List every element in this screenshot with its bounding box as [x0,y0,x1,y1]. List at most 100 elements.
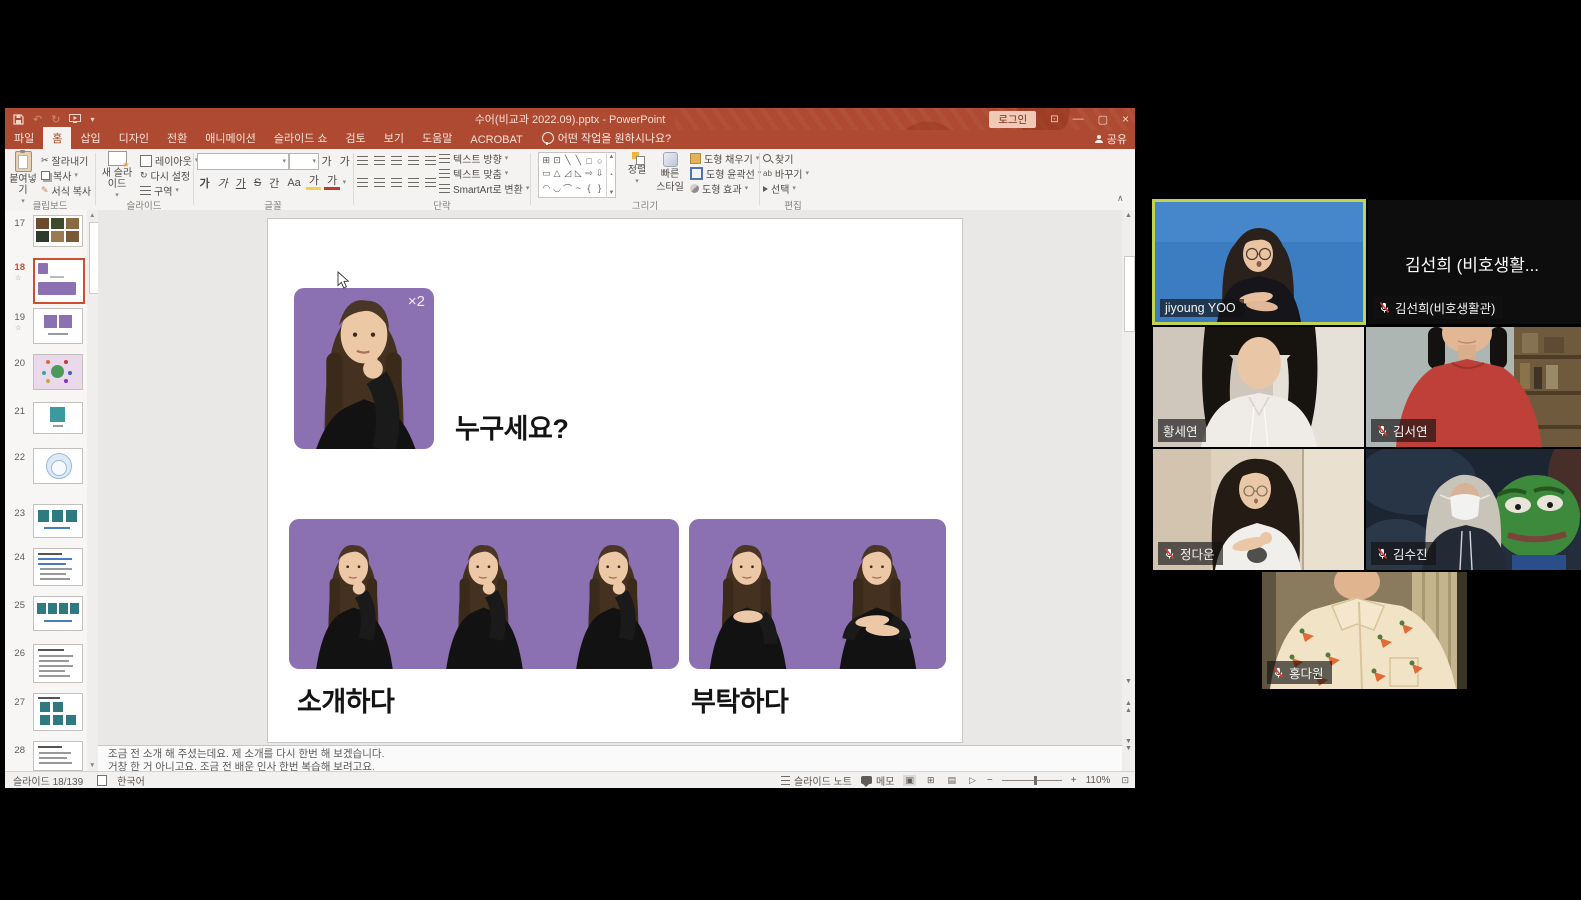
sign-image-request[interactable] [689,519,946,669]
slide-sorter-view-button[interactable]: ⊞ [925,775,937,786]
text-direction-button[interactable]: 텍스트 방향▾ [439,151,508,166]
justify-icon[interactable] [408,178,419,187]
redo-icon[interactable]: ↻ [51,113,60,126]
tab-animations[interactable]: 애니메이션 [196,127,265,149]
copy-button[interactable]: 복사▾ [41,168,78,183]
slide-thumbnail-27[interactable] [33,693,83,731]
tab-design[interactable]: 디자인 [110,127,158,149]
zoom-slider-knob[interactable] [1034,776,1037,785]
video-tile-kim-sunhee[interactable]: 김선희 (비호생활... 김선희(비호생활관) [1368,200,1581,324]
new-slide-button[interactable]: 새 슬라이드▾ [98,151,136,199]
qat-customize-icon[interactable]: ▾ [90,115,94,124]
undo-icon[interactable]: ↶ [33,113,42,126]
collapse-ribbon-button[interactable]: ∧ [1117,193,1124,204]
shape-outline-button[interactable]: 도형 윤곽선▾ [690,166,761,181]
tell-me-box[interactable]: 어떤 작업을 원하시나요? [532,127,681,149]
scroll-up-icon[interactable]: ▲ [1125,212,1132,219]
next-slide-button[interactable]: ▼▼ [1125,738,1132,752]
fit-slide-button[interactable]: ⊡ [1119,775,1131,786]
align-right-icon[interactable] [391,178,402,187]
slide-thumbnail-19[interactable] [33,308,83,344]
save-icon[interactable] [13,114,24,125]
slide-thumbnail-28[interactable] [33,741,83,771]
tab-insert[interactable]: 삽입 [71,127,109,149]
editor-scrollbar[interactable]: ▲ ▼ ▲▲ ▼▼ [1122,210,1135,771]
slide-thumbnail-20[interactable] [33,354,83,390]
tab-home[interactable]: 홈 [43,127,71,149]
tab-review[interactable]: 검토 [337,127,375,149]
share-button[interactable]: 공유 [1095,131,1127,147]
grow-font-button[interactable]: 가 [319,153,334,169]
strikethrough-button[interactable]: S [251,177,263,189]
shrink-font-button[interactable]: 가 [337,153,352,169]
tab-transitions[interactable]: 전환 [158,127,196,149]
font-color-button[interactable]: 가 [324,176,339,190]
tab-slideshow[interactable]: 슬라이드 쇼 [265,127,337,149]
slide-thumbnail-18-selected[interactable] [33,258,85,304]
select-button[interactable]: 선택▾ [763,181,796,196]
font-size-dropdown[interactable]: ▾ [289,153,319,170]
columns-icon[interactable] [425,178,436,187]
layout-button[interactable]: 레이아웃▾ [140,153,198,168]
slide-thumbnail-21[interactable] [33,402,83,434]
align-text-button[interactable]: 텍스트 맞춤▾ [439,166,508,181]
section-button[interactable]: 구역▾ [140,183,179,198]
spellcheck-icon[interactable] [97,775,107,786]
restore-button[interactable]: ▢ [1098,113,1108,126]
reading-view-button[interactable]: ▤ [945,775,958,786]
decrease-indent-icon[interactable] [391,156,402,165]
slide-thumbnail-26[interactable] [33,644,83,683]
quick-styles-button[interactable]: 빠른스타일 [654,152,686,193]
italic-button[interactable]: 가 [215,175,230,191]
shape-gallery[interactable]: ⊞⊡╲╲□○ ▭△◿◺⇨⇩ ◠◡⌒~{} [538,152,616,198]
bold-button[interactable]: 가 [197,175,212,191]
zoom-level[interactable]: 110% [1086,775,1111,786]
zoom-slider[interactable] [1002,780,1062,781]
scroll-up-icon[interactable]: ▲ [89,212,95,219]
scroll-down-icon[interactable]: ▼ [1125,678,1132,685]
notes-pane[interactable]: 조금 전 소개 해 주셨는데요. 제 소개를 다시 한번 해 보겠습니다. 거창… [98,745,1122,771]
scroll-down-icon[interactable]: ▼ [89,762,95,769]
slide-thumbnail-17[interactable] [33,215,83,247]
tab-view[interactable]: 보기 [375,127,413,149]
increase-indent-icon[interactable] [408,156,419,165]
align-center-icon[interactable] [374,178,385,187]
format-painter-button[interactable]: ✎서식 복사 [41,183,91,198]
caption-introduce[interactable]: 소개하다 [297,680,394,719]
sign-image-introduce[interactable] [289,519,679,669]
cut-button[interactable]: ✂잘라내기 [41,153,88,168]
replace-button[interactable]: ab바꾸기▾ [763,166,809,181]
video-tile-kim-seoyeon[interactable]: 김서연 [1366,327,1581,447]
tab-acrobat[interactable]: ACROBAT [461,131,531,149]
find-button[interactable]: 찾기 [763,151,793,166]
slide-canvas[interactable]: ×2 누구세요? 소개하다 부탁하다 [268,219,962,742]
thumbnail-scrollbar[interactable]: ▲ ▼ [87,210,98,771]
comments-toggle-button[interactable]: 메모 [861,773,894,788]
close-button[interactable]: × [1122,112,1129,126]
slide-thumbnail-22[interactable] [33,448,83,484]
line-spacing-icon[interactable] [425,156,436,165]
bullets-icon[interactable] [357,156,368,165]
video-tile-jiyoung-yoo[interactable]: jiyoung YOO [1152,199,1366,325]
change-case-button[interactable]: Aa [285,177,303,189]
login-button[interactable]: 로그인 [989,111,1036,128]
arrange-button[interactable]: 정렬▾ [622,152,652,185]
tab-help[interactable]: 도움말 [413,127,461,149]
tab-file[interactable]: 파일 [5,127,43,149]
zoom-in-button[interactable]: + [1071,775,1077,786]
slide-question-text[interactable]: 누구세요? [455,407,568,446]
previous-slide-button[interactable]: ▲▲ [1125,700,1132,714]
font-name-dropdown[interactable]: ▾ [197,153,289,170]
start-slideshow-icon[interactable] [69,114,81,124]
shape-fill-button[interactable]: 도형 채우기▾ [690,151,759,166]
reset-button[interactable]: ↻다시 설정 [140,168,190,183]
slide-thumbnail-24[interactable] [33,548,83,586]
zoom-out-button[interactable]: − [987,775,993,786]
shape-gallery-scroll[interactable]: ▲▪▼ [606,152,616,198]
ribbon-display-options-icon[interactable]: ⊡ [1050,114,1058,125]
normal-view-button[interactable]: ▣ [903,775,916,786]
highlight-color-button[interactable]: 가 [306,176,321,190]
slide-thumbnail-25[interactable] [33,596,83,631]
paste-button[interactable]: 붙여넣기▾ [7,151,39,205]
notes-toggle-button[interactable]: 슬라이드 노트 [781,773,852,788]
